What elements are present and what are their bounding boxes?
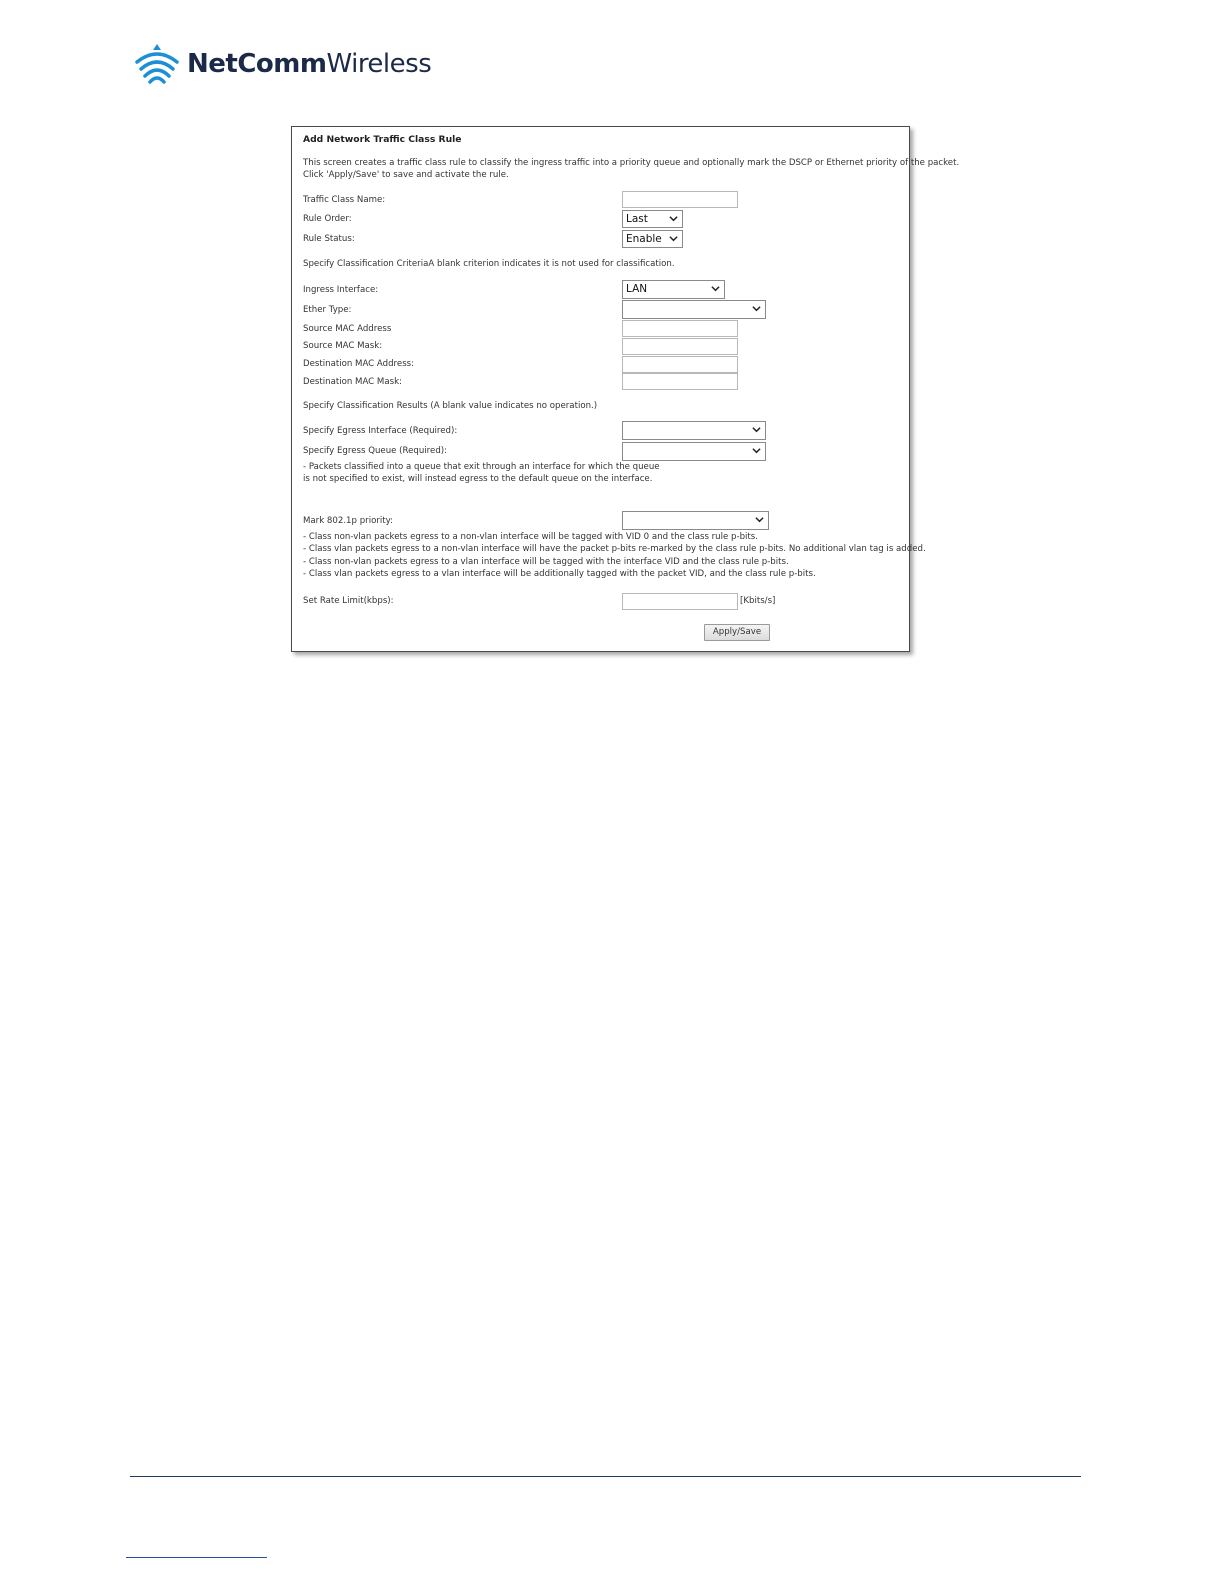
footer-link-underline	[126, 1557, 267, 1558]
intro-text: This screen creates a traffic class rule…	[303, 158, 960, 168]
egress-queue-select[interactable]	[622, 442, 766, 461]
source-mac-address-input[interactable]	[622, 320, 738, 337]
rule-status-value: Enable	[626, 233, 662, 245]
dest-mac-mask-label: Destination MAC Mask:	[303, 377, 402, 387]
source-mac-mask-label: Source MAC Mask:	[303, 341, 383, 351]
egress-queue-label: Specify Egress Queue (Required):	[303, 446, 448, 456]
rule-order-label: Rule Order:	[303, 214, 352, 224]
queue-note-2: is not specified to exist, will instead …	[303, 474, 653, 484]
vlan-note: - Class vlan packets egress to a vlan in…	[303, 569, 816, 579]
traffic-class-name-label: Traffic Class Name:	[303, 195, 386, 205]
chevron-down-icon	[711, 286, 720, 292]
chevron-down-icon	[752, 448, 761, 454]
rate-limit-input[interactable]	[622, 593, 738, 610]
criteria-heading: Specify Classification CriteriaA blank c…	[303, 259, 675, 269]
ether-type-label: Ether Type:	[303, 305, 352, 315]
wifi-logo-icon	[135, 44, 179, 84]
chevron-down-icon	[669, 216, 678, 222]
rule-status-select[interactable]: Enable	[622, 230, 683, 248]
brand-name: NetCommWireless	[187, 49, 432, 79]
egress-interface-select[interactable]	[622, 421, 766, 440]
vlan-note: - Class non-vlan packets egress to a non…	[303, 532, 759, 542]
chevron-down-icon	[752, 306, 761, 312]
rule-order-select[interactable]: Last	[622, 210, 683, 228]
vlan-note: - Class vlan packets egress to a non-vla…	[303, 544, 926, 554]
source-mac-mask-input[interactable]	[622, 338, 738, 355]
results-heading: Specify Classification Results (A blank …	[303, 401, 598, 411]
ingress-interface-label: Ingress Interface:	[303, 285, 379, 295]
mark-8021p-label: Mark 802.1p priority:	[303, 516, 393, 526]
dest-mac-mask-input[interactable]	[622, 373, 738, 390]
traffic-class-name-input[interactable]	[622, 191, 738, 208]
ether-type-select[interactable]	[622, 300, 766, 319]
ingress-interface-select[interactable]: LAN	[622, 280, 725, 299]
egress-interface-label: Specify Egress Interface (Required):	[303, 426, 458, 436]
mark-8021p-select[interactable]	[622, 511, 769, 530]
rate-limit-label: Set Rate Limit(kbps):	[303, 596, 394, 606]
rate-limit-unit: [Kbits/s]	[740, 596, 776, 606]
intro-text-2: Click 'Apply/Save' to save and activate …	[303, 170, 509, 180]
queue-note: - Packets classified into a queue that e…	[303, 462, 660, 472]
vlan-note: - Class non-vlan packets egress to a vla…	[303, 557, 789, 567]
source-mac-address-label: Source MAC Address	[303, 324, 392, 334]
rule-status-label: Rule Status:	[303, 234, 355, 244]
apply-save-button[interactable]: Apply/Save	[704, 624, 770, 641]
dest-mac-address-label: Destination MAC Address:	[303, 359, 415, 369]
chevron-down-icon	[752, 427, 761, 433]
chevron-down-icon	[755, 517, 764, 523]
traffic-class-rule-panel: Add Network Traffic Class Rule This scre…	[291, 126, 959, 652]
ingress-interface-value: LAN	[626, 283, 648, 295]
netcomm-logo: NetCommWireless	[133, 42, 432, 86]
chevron-down-icon	[669, 236, 678, 242]
rule-order-value: Last	[626, 213, 648, 225]
page-title: Add Network Traffic Class Rule	[303, 134, 462, 145]
footer-divider	[130, 1476, 1081, 1477]
dest-mac-address-input[interactable]	[622, 356, 738, 373]
